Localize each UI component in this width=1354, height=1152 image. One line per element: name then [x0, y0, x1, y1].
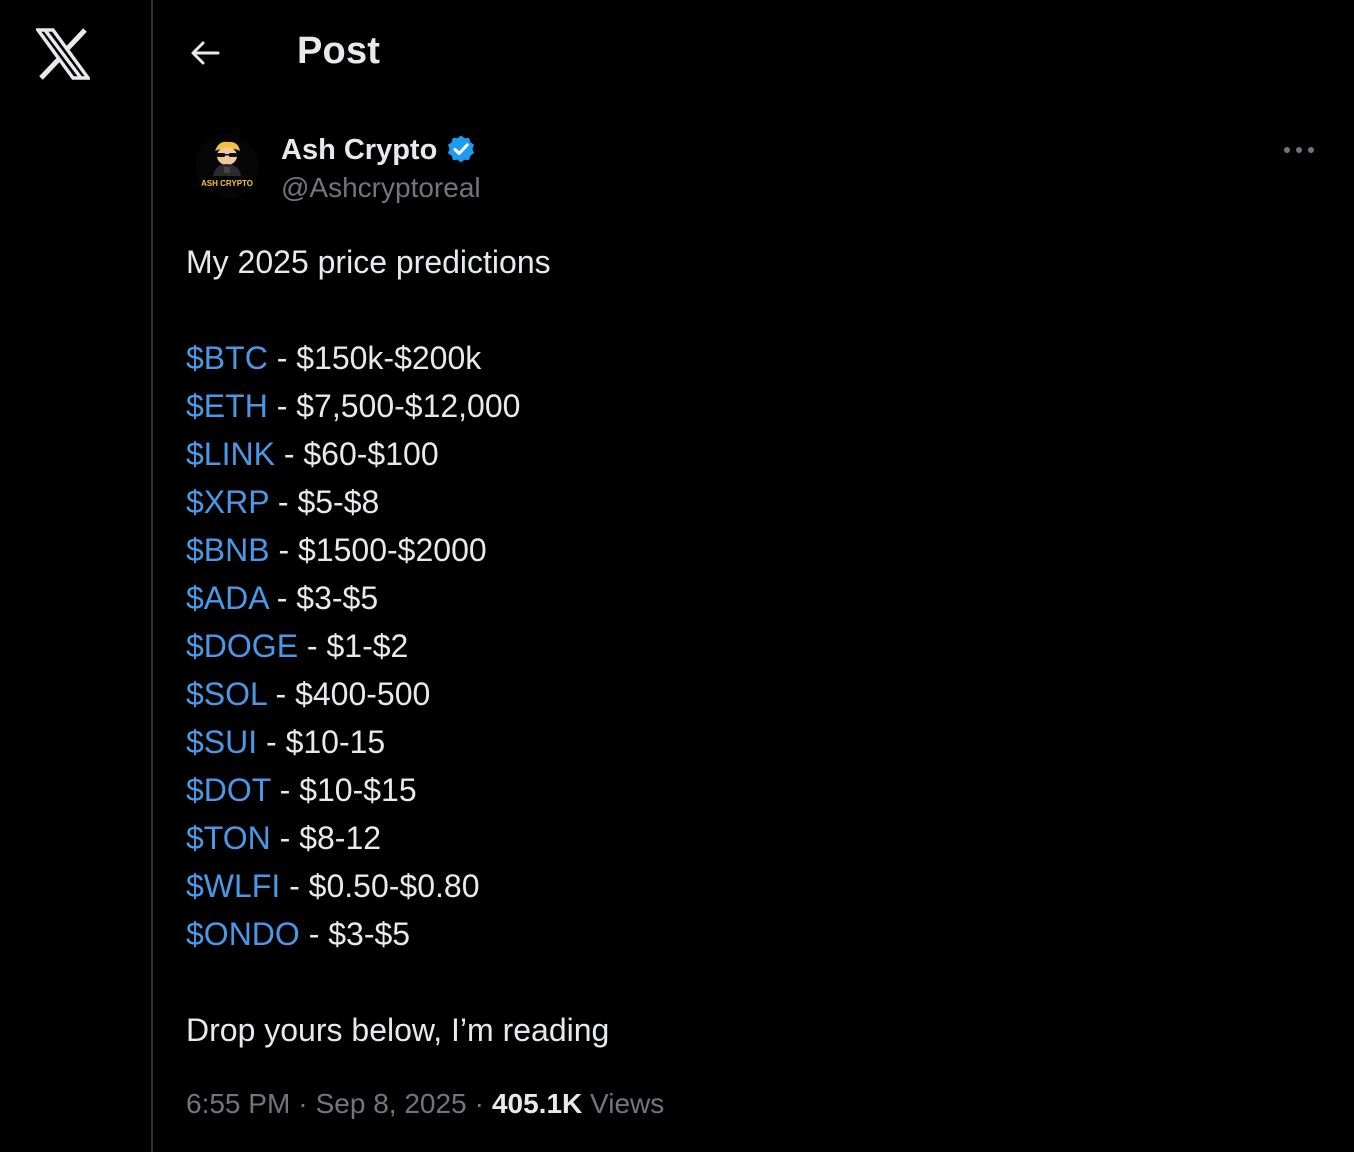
- cashtag-link[interactable]: $ADA: [186, 580, 268, 616]
- prediction-line: $BNB - $1500-$2000: [186, 526, 1316, 574]
- prediction-line: $LINK - $60-$100: [186, 430, 1316, 478]
- price-range: - $7,500-$12,000: [267, 388, 521, 424]
- views-label: Views: [590, 1088, 665, 1119]
- prediction-line: $BTC - $150k-$200k: [186, 334, 1316, 382]
- author-handle[interactable]: @Ashcryptoreal: [281, 172, 481, 204]
- author-display-name[interactable]: Ash Crypto: [281, 134, 437, 167]
- prediction-list: $BTC - $150k-$200k $ETH - $7,500-$12,000 $…: [186, 334, 1316, 958]
- post-time[interactable]: 6:55 PM: [186, 1088, 290, 1119]
- prediction-line: $ETH - $7,500-$12,000: [186, 382, 1316, 430]
- back-button[interactable]: [183, 33, 227, 73]
- prediction-line: $DOGE - $1-$2: [186, 622, 1316, 670]
- cashtag-link[interactable]: $TON: [186, 820, 271, 856]
- more-options-button[interactable]: [1277, 132, 1321, 168]
- prediction-line: $WLFI - $0.50-$0.80: [186, 862, 1316, 910]
- separator-dot: ·: [474, 1088, 484, 1119]
- price-range: - $0.50-$0.80: [280, 868, 480, 904]
- page-header: Post: [153, 0, 1354, 106]
- price-range: - $5-$8: [269, 484, 380, 520]
- price-range: - $60-$100: [274, 436, 439, 472]
- main-column: Post ASH CRYPTO Ash Crypto @Ashcryptorea…: [153, 0, 1354, 1152]
- cashtag-link[interactable]: $WLFI: [186, 868, 280, 904]
- cashtag-link[interactable]: $ETH: [186, 388, 268, 424]
- post-text: My 2025 price predictions $BTC - $150k-$…: [186, 238, 1316, 1054]
- left-nav-rail: [0, 0, 151, 1152]
- post-date[interactable]: Sep 8, 2025: [316, 1088, 467, 1119]
- cashtag-link[interactable]: $XRP: [186, 484, 269, 520]
- arrow-left-icon: [191, 41, 220, 65]
- post-metadata: 6:55 PM · Sep 8, 2025 · 405.1K Views: [186, 1088, 664, 1120]
- prediction-line: $ONDO - $3-$5: [186, 910, 1316, 958]
- prediction-line: $TON - $8-12: [186, 814, 1316, 862]
- price-range: - $8-12: [270, 820, 382, 856]
- views-count: 405.1K: [491, 1088, 583, 1119]
- page-title: Post: [297, 30, 381, 72]
- cashtag-link[interactable]: $LINK: [186, 436, 275, 472]
- more-horizontal-icon: [1284, 147, 1314, 153]
- avatar[interactable]: ASH CRYPTO: [195, 134, 259, 198]
- post-intro: My 2025 price predictions: [186, 244, 551, 280]
- price-range: - $3-$5: [299, 916, 411, 952]
- separator-dot: ·: [298, 1088, 308, 1119]
- app-window: Post ASH CRYPTO Ash Crypto @Ashcryptorea…: [0, 0, 1354, 1152]
- cashtag-link[interactable]: $DOT: [186, 772, 271, 808]
- verified-badge-icon[interactable]: [445, 134, 477, 166]
- price-range: - $3-$5: [267, 580, 379, 616]
- cashtag-link[interactable]: $BNB: [186, 532, 270, 568]
- cashtag-link[interactable]: $DOGE: [186, 628, 298, 664]
- prediction-line: $XRP - $5-$8: [186, 478, 1316, 526]
- x-logo-icon[interactable]: [34, 28, 92, 80]
- price-range: - $1-$2: [298, 628, 409, 664]
- prediction-line: $DOT - $10-$15: [186, 766, 1316, 814]
- price-range: - $400-500: [266, 676, 431, 712]
- svg-text:ASH CRYPTO: ASH CRYPTO: [201, 179, 253, 188]
- author-name-row: Ash Crypto: [281, 130, 481, 170]
- cashtag-link[interactable]: $BTC: [186, 340, 268, 376]
- price-range: - $1500-$2000: [269, 532, 487, 568]
- price-range: - $10-15: [257, 724, 386, 760]
- cashtag-link[interactable]: $SUI: [186, 724, 257, 760]
- prediction-line: $SUI - $10-15: [186, 718, 1316, 766]
- cashtag-link[interactable]: $SOL: [186, 676, 267, 712]
- post-author: Ash Crypto @Ashcryptoreal: [281, 130, 481, 204]
- price-range: - $10-$15: [270, 772, 417, 808]
- cashtag-link[interactable]: $ONDO: [186, 916, 300, 952]
- price-range: - $150k-$200k: [267, 340, 482, 376]
- prediction-line: $SOL - $400-500: [186, 670, 1316, 718]
- post-outro: Drop yours below, I’m reading: [186, 1012, 610, 1048]
- prediction-line: $ADA - $3-$5: [186, 574, 1316, 622]
